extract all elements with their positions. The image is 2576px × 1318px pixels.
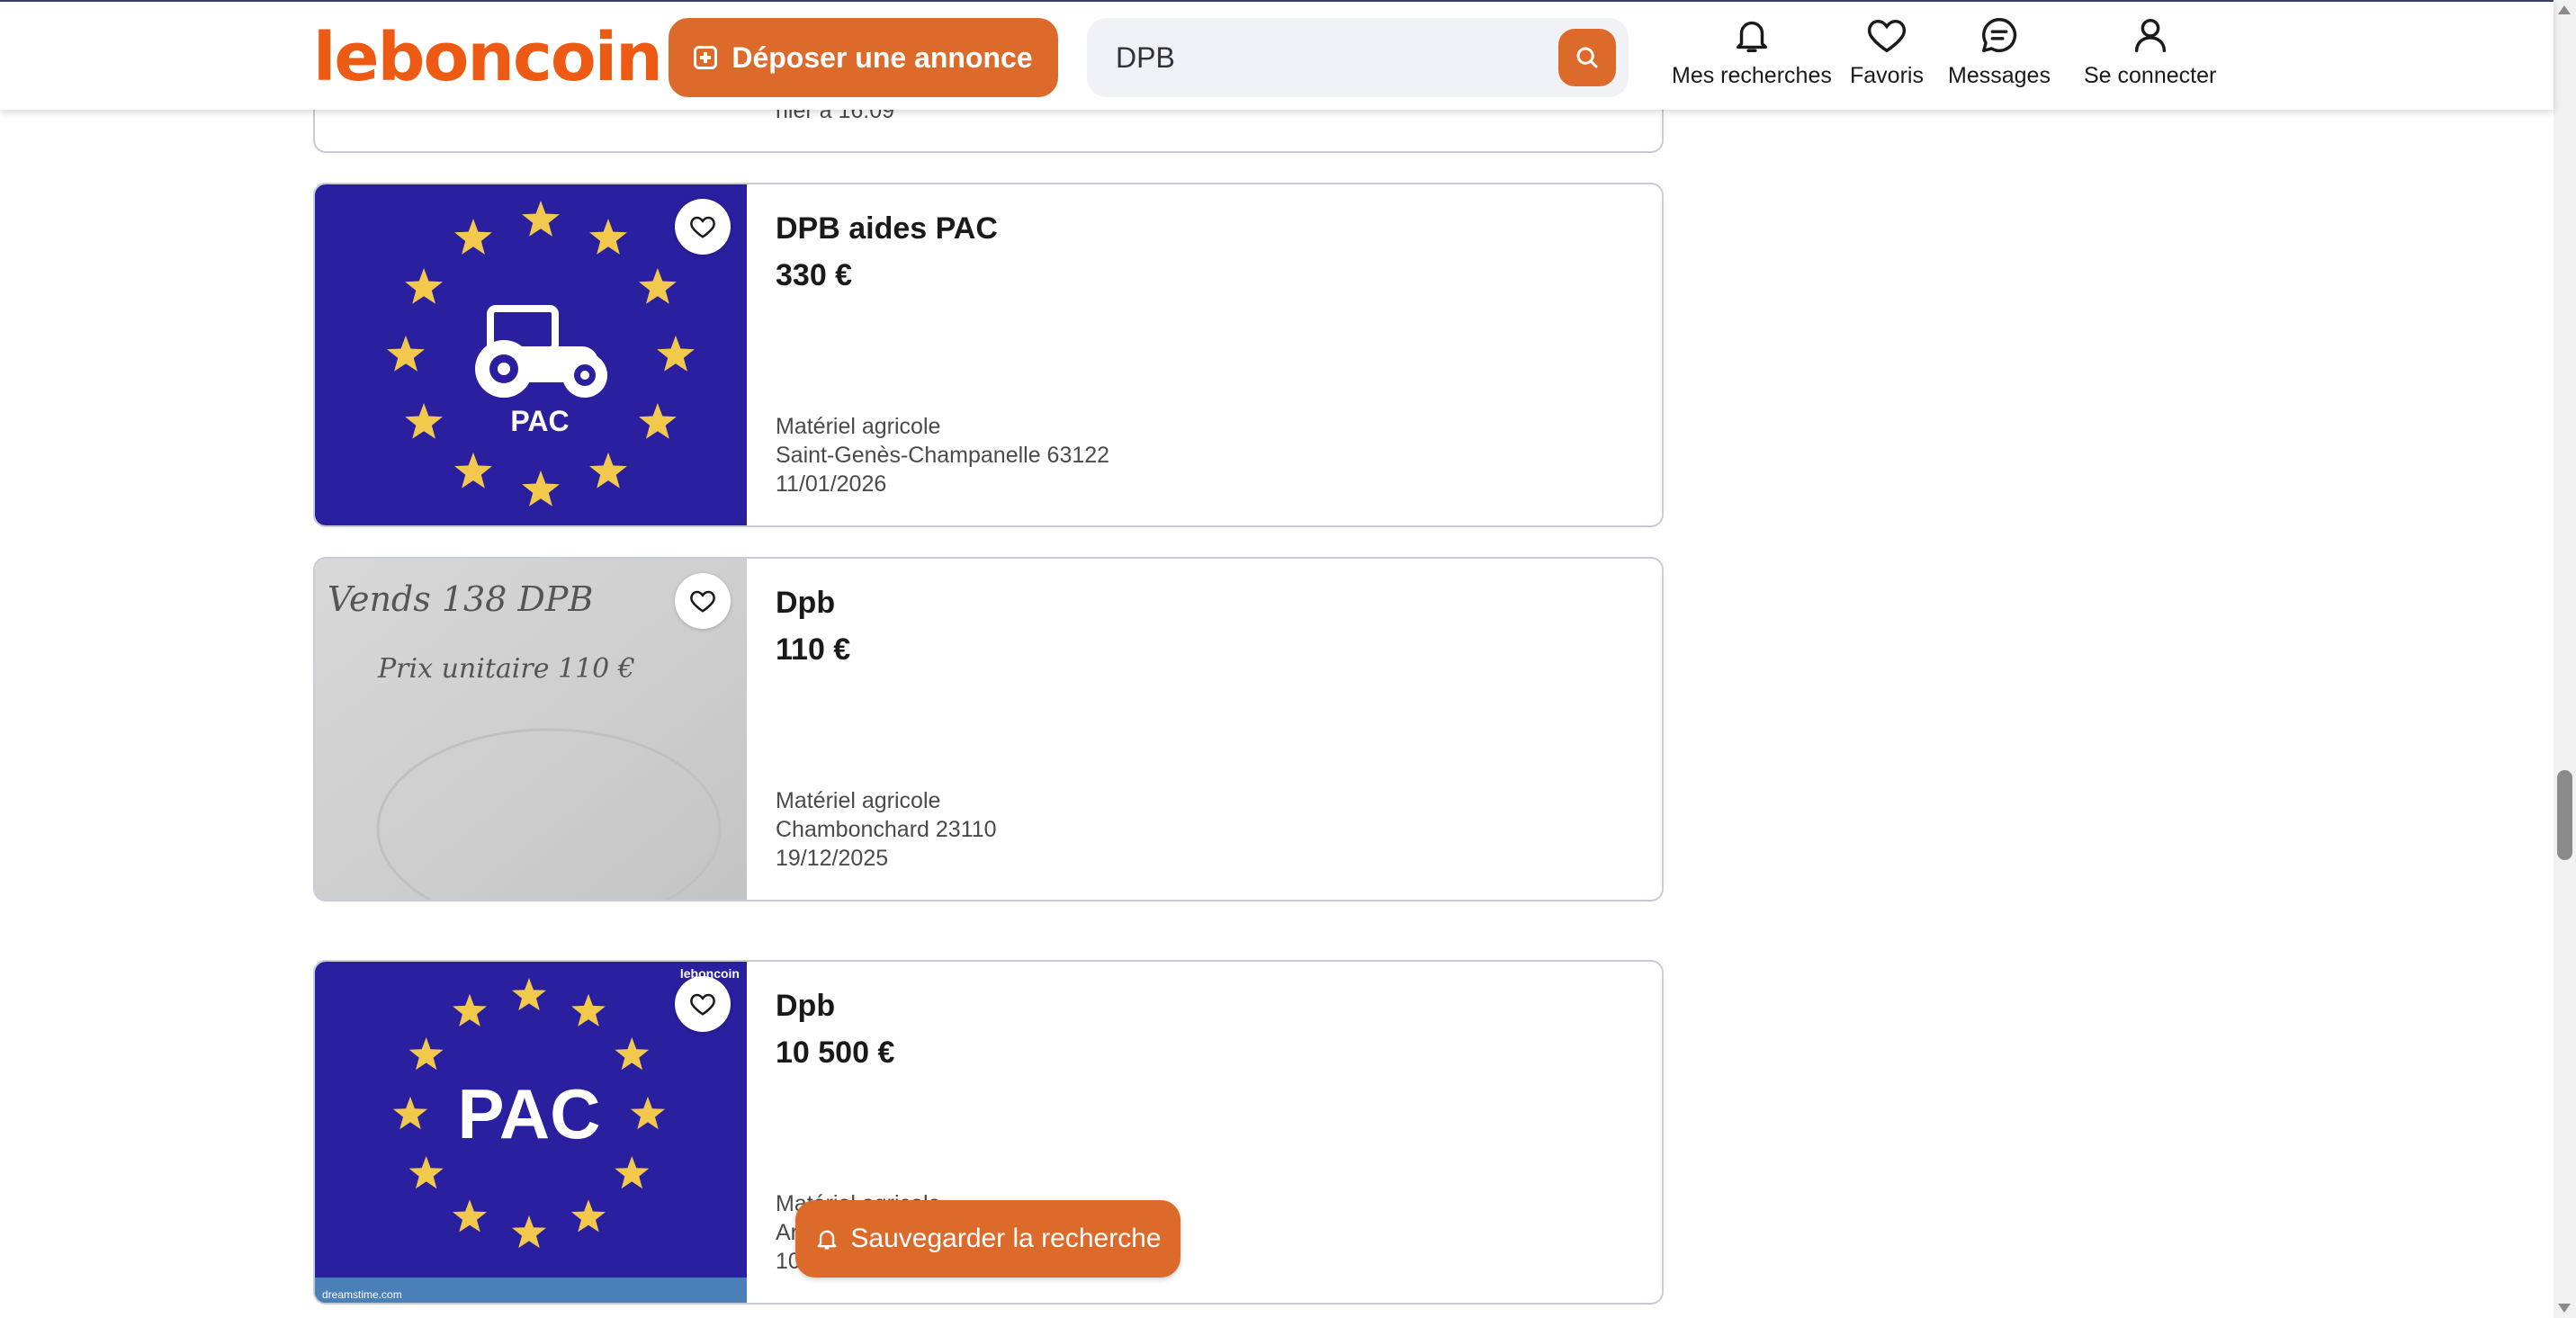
listing-price: 330 € bbox=[776, 258, 853, 292]
listing-price: 10 500 € bbox=[776, 1036, 895, 1070]
save-search-button[interactable]: Sauvegarder la recherche bbox=[795, 1200, 1180, 1278]
page-scrollbar[interactable] bbox=[2554, 0, 2576, 1318]
nav-se-connecter[interactable]: Se connecter bbox=[2084, 14, 2216, 89]
favorite-heart-icon[interactable] bbox=[675, 976, 731, 1032]
scrollbar-thumb[interactable] bbox=[2557, 770, 2572, 860]
chat-icon bbox=[1981, 18, 2017, 52]
listing-price: 110 € bbox=[776, 632, 851, 667]
listing-category: Matériel agricole bbox=[776, 414, 941, 439]
listing-date: 11/01/2026 bbox=[776, 471, 887, 497]
nav-mes-recherches[interactable]: Mes recherches bbox=[1672, 14, 1832, 89]
deposit-ad-button[interactable]: Déposer une annonce bbox=[669, 18, 1058, 97]
nav-label: Se connecter bbox=[2084, 63, 2217, 88]
listing-title[interactable]: DPB aides PAC bbox=[776, 211, 998, 247]
listing-meta: Matériel agricole Chambonchard 23110 19/… bbox=[776, 786, 997, 873]
plus-square-icon bbox=[694, 46, 718, 69]
listing-date: 19/12/2025 bbox=[776, 846, 889, 871]
search-input[interactable] bbox=[1116, 18, 1548, 97]
deposit-ad-label: Déposer une annonce bbox=[732, 40, 1033, 74]
listing-meta: Matériel agricole Saint-Genès-Champanell… bbox=[776, 412, 1109, 498]
scroll-down-icon[interactable] bbox=[2558, 1304, 2571, 1313]
nav-messages[interactable]: Messages bbox=[1948, 14, 2051, 89]
leboncoin-logo[interactable]: leboncoin bbox=[313, 23, 663, 92]
search-button[interactable] bbox=[1558, 29, 1616, 86]
image-handwriting-line1: Vends 138 DPB bbox=[328, 579, 593, 619]
scroll-up-icon[interactable] bbox=[2558, 5, 2571, 14]
search-icon bbox=[1576, 47, 1598, 68]
favorite-heart-icon[interactable] bbox=[675, 199, 731, 255]
search-bar bbox=[1087, 18, 1629, 97]
top-header: leboncoin Déposer une annonce Mes recher… bbox=[0, 0, 2554, 110]
listing-title[interactable]: Dpb bbox=[776, 586, 835, 621]
favorite-heart-icon[interactable] bbox=[675, 573, 731, 629]
bell-icon bbox=[1736, 21, 1767, 52]
listing-location: Chambonchard 23110 bbox=[776, 817, 997, 842]
nav-label: Messages bbox=[1948, 63, 2051, 88]
user-icon bbox=[2134, 18, 2166, 52]
nav-label: Mes recherches bbox=[1672, 63, 1832, 88]
listing-card[interactable]: Vends 138 DPB Prix unitaire 110 € Dpb 11… bbox=[313, 557, 1664, 901]
page: hier à 16:09 PAC DPB aides PAC 330 € Mat… bbox=[0, 0, 2576, 1318]
heart-icon bbox=[1867, 19, 1907, 53]
image-pac-label: PAC bbox=[458, 1074, 601, 1153]
listing-location: Saint-Genès-Champanelle 63122 bbox=[776, 443, 1110, 468]
listing-card[interactable]: PAC DPB aides PAC 330 € Matériel agricol… bbox=[313, 183, 1664, 527]
image-footer: dreamstime.com bbox=[322, 1288, 402, 1301]
image-handwriting-line2: Prix unitaire 110 € bbox=[377, 653, 635, 685]
nav-favoris[interactable]: Favoris bbox=[1850, 14, 1924, 89]
nav-label: Favoris bbox=[1850, 63, 1924, 88]
bell-icon bbox=[817, 1230, 837, 1250]
image-pac-label: PAC bbox=[510, 405, 569, 437]
save-search-label: Sauvegarder la recherche bbox=[850, 1224, 1162, 1253]
listing-title[interactable]: Dpb bbox=[776, 989, 835, 1024]
listing-category: Matériel agricole bbox=[776, 788, 941, 813]
